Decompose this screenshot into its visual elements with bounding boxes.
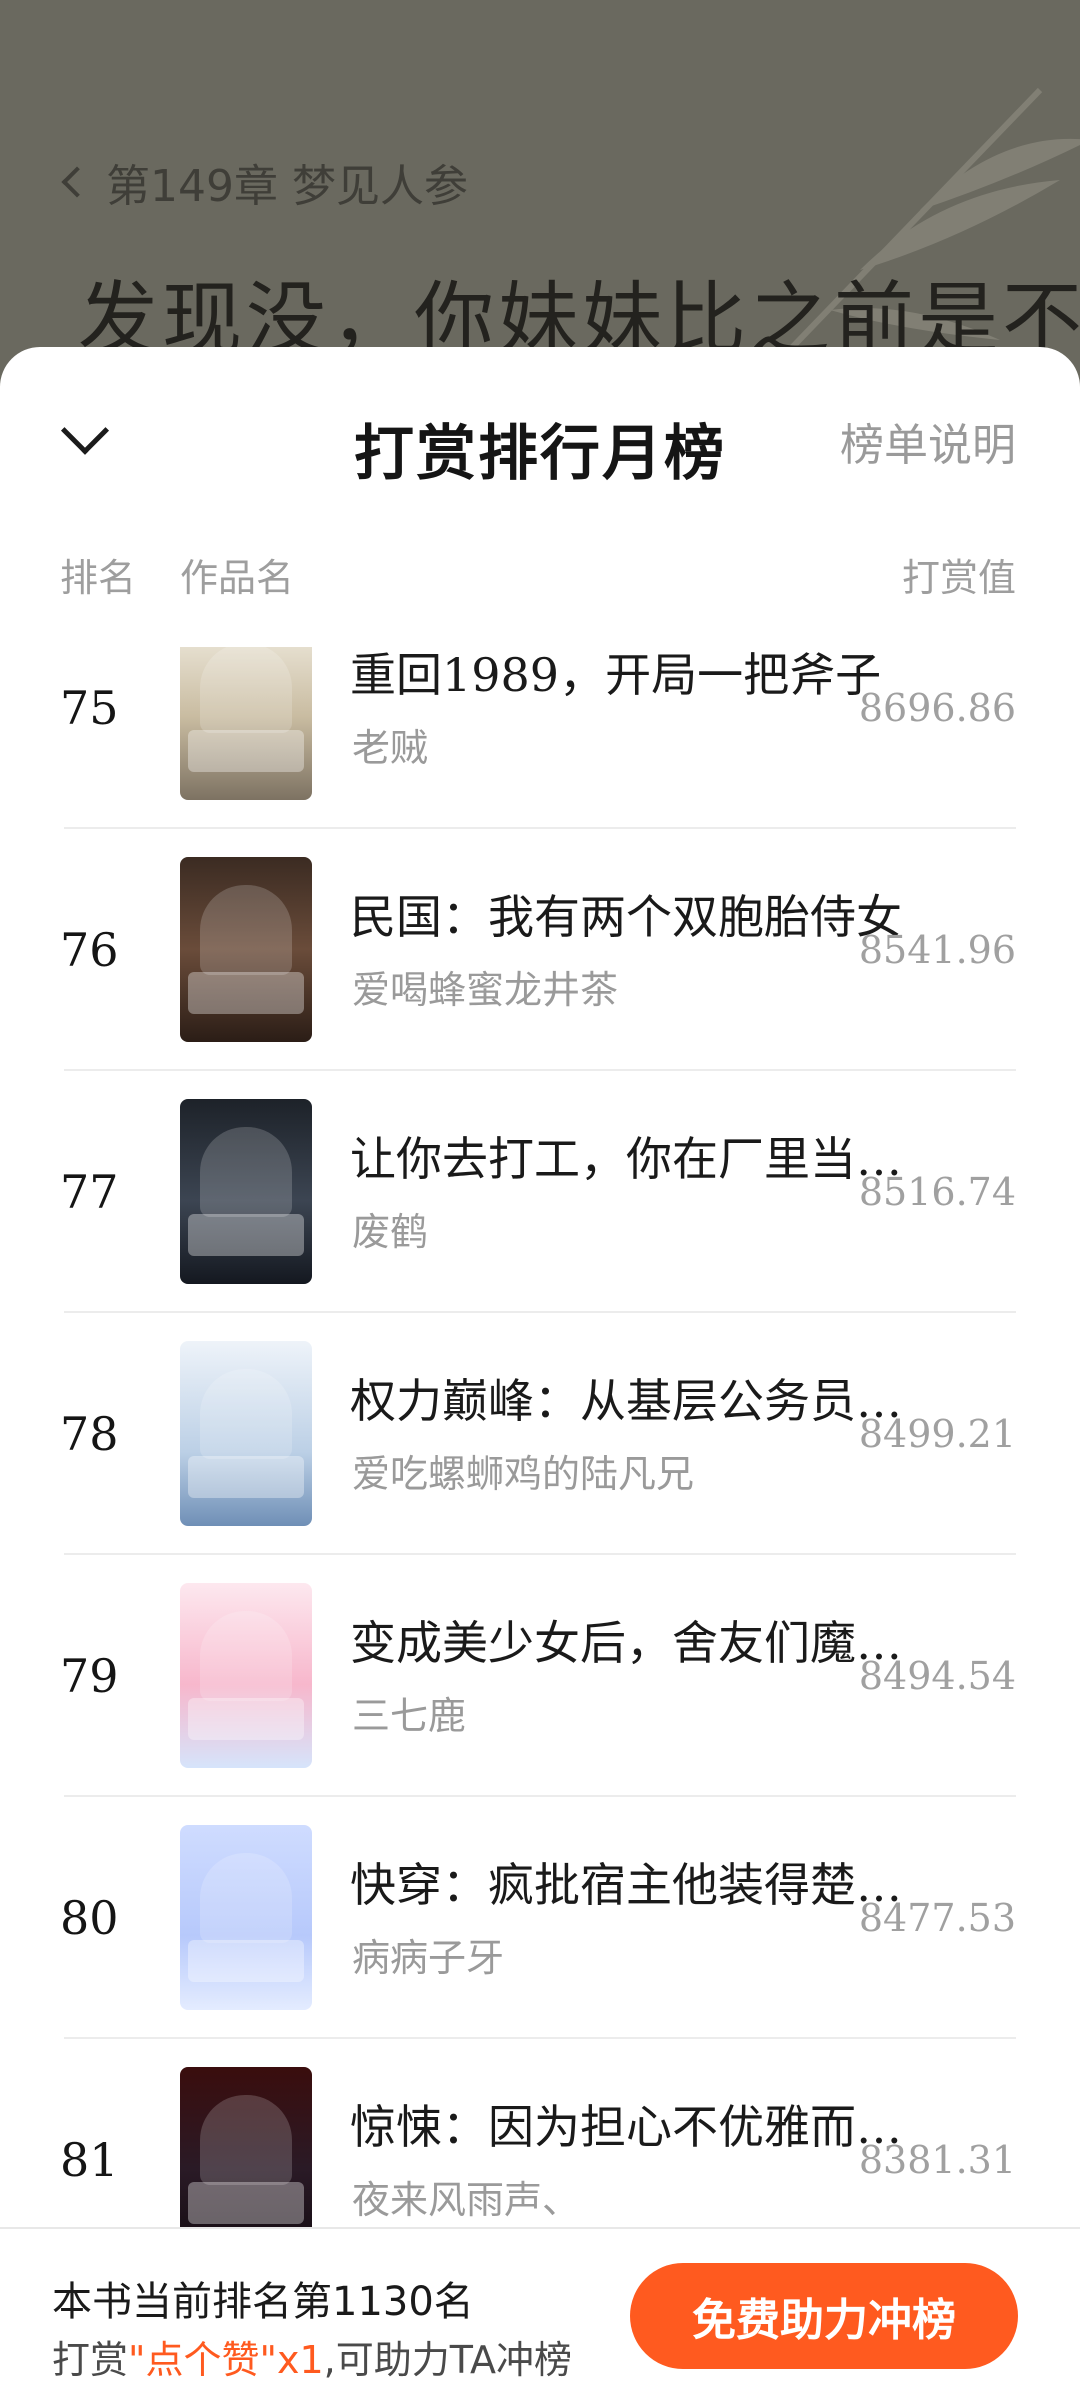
book-cover-icon <box>180 1099 312 1284</box>
sheet-header: 打赏排行月榜 榜单说明 <box>0 347 1080 517</box>
list-item[interactable]: 75 重回1989，开局一把斧子 老贼 8696.86 <box>60 647 1016 829</box>
rank-number: 81 <box>60 2133 119 2187</box>
current-rank-text: 本书当前排名第1130名 <box>52 2279 474 2325</box>
column-header-value: 打赏值 <box>901 556 1016 600</box>
boost-tip-highlight: "点个赞"x1 <box>128 2338 324 2382</box>
column-header-name: 作品名 <box>180 556 295 600</box>
boost-tip: 打赏"点个赞"x1,可助力TA冲榜 <box>52 2329 572 2384</box>
rank-number: 80 <box>60 1891 119 1945</box>
book-cover-icon <box>180 1341 312 1526</box>
chapter-back-link[interactable]: 第149章 梦见人参 <box>58 150 468 214</box>
reward-value: 8381.31 <box>858 2138 1016 2182</box>
book-author: 老贼 <box>352 726 429 770</box>
book-cover-icon <box>180 1825 312 2010</box>
boost-tip-prefix: 打赏 <box>52 2338 129 2382</box>
boost-tip-suffix: ,可助力TA冲榜 <box>323 2338 572 2382</box>
book-author: 爱吃螺蛳鸡的陆凡兄 <box>352 1452 695 1496</box>
list-item[interactable]: 78 权力巅峰：从基层公务员… 爱吃螺蛳鸡的陆凡兄 8499.21 <box>60 1313 1016 1555</box>
reward-ranking-sheet: 打赏排行月榜 榜单说明 排名 作品名 打赏值 75 重回1989，开局一把斧子 … <box>0 347 1080 2400</box>
list-item[interactable]: 80 快穿：疯批宿主他装得楚… 病病子牙 8477.53 <box>60 1797 1016 2039</box>
reward-value: 8696.86 <box>858 686 1016 730</box>
boost-footer: 本书当前排名第1130名 打赏"点个赞"x1,可助力TA冲榜 免费助力冲榜 <box>0 2227 1080 2400</box>
book-author: 夜来风雨声、 <box>352 2178 581 2222</box>
list-item[interactable]: 79 变成美少女后，舍友们魔… 三七鹿 8494.54 <box>60 1555 1016 1797</box>
reward-value: 8499.21 <box>858 1412 1016 1456</box>
rank-number: 79 <box>60 1649 119 1703</box>
free-boost-button[interactable]: 免费助力冲榜 <box>630 2263 1018 2369</box>
book-cover-icon <box>180 2067 312 2227</box>
column-header-rank: 排名 <box>60 556 137 600</box>
ranking-list[interactable]: 75 重回1989，开局一把斧子 老贼 8696.86 76 民国：我有两个双胞… <box>0 647 1080 2227</box>
list-item[interactable]: 81 惊悚：因为担心不优雅而… 夜来风雨声、 8381.31 <box>60 2039 1016 2227</box>
chapter-title: 第149章 梦见人参 <box>106 161 468 212</box>
book-cover-icon <box>180 1583 312 1768</box>
rank-number: 77 <box>60 1165 119 1219</box>
rank-number: 78 <box>60 1407 119 1461</box>
reward-value: 8516.74 <box>858 1170 1016 1214</box>
list-item[interactable]: 76 民国：我有两个双胞胎侍女 爱喝蜂蜜龙井茶 8541.96 <box>60 829 1016 1071</box>
column-headers: 排名 作品名 打赏值 <box>0 517 1080 627</box>
rank-number: 75 <box>60 681 119 735</box>
reward-value: 8541.96 <box>858 928 1016 972</box>
rules-link[interactable]: 榜单说明 <box>840 409 1016 473</box>
book-author: 病病子牙 <box>352 1936 505 1980</box>
chevron-left-icon <box>61 166 93 198</box>
book-cover-icon <box>180 857 312 1042</box>
book-author: 废鹤 <box>352 1210 429 1254</box>
rank-number: 76 <box>60 923 119 977</box>
list-item[interactable]: 77 让你去打工，你在厂里当… 废鹤 8516.74 <box>60 1071 1016 1313</box>
book-author: 三七鹿 <box>352 1694 467 1738</box>
reward-value: 8477.53 <box>858 1896 1016 1940</box>
reward-value: 8494.54 <box>858 1654 1016 1698</box>
book-cover-icon <box>180 647 312 800</box>
book-author: 爱喝蜂蜜龙井茶 <box>352 968 619 1012</box>
